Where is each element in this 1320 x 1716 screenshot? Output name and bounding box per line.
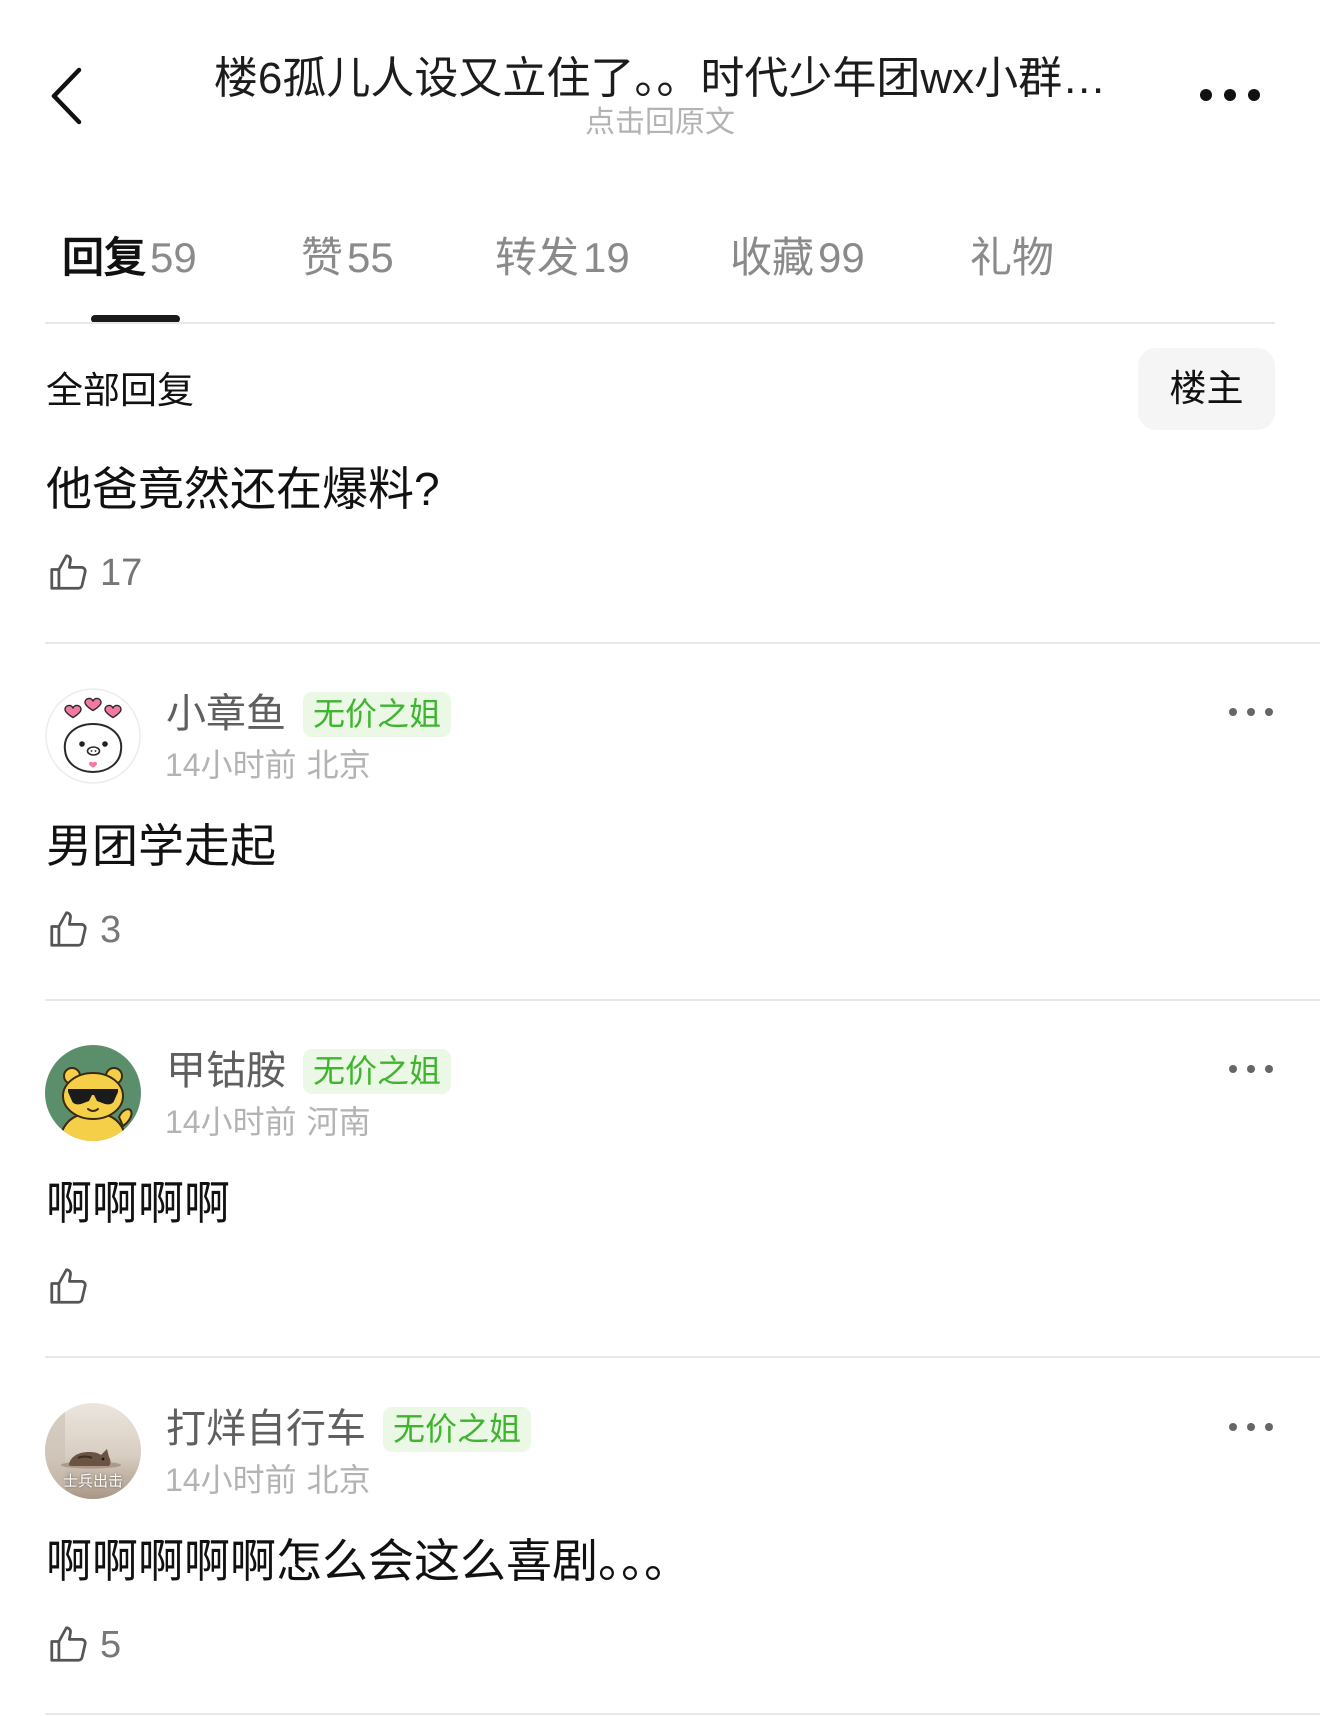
tab-count: 55: [347, 234, 394, 281]
user-badge: 无价之姐: [383, 1406, 532, 1452]
tab-likes[interactable]: 赞55: [301, 232, 394, 284]
comment-location: 北京: [306, 1462, 371, 1498]
tab-label: 赞: [301, 234, 344, 281]
tab-gifts[interactable]: 礼物: [970, 232, 1058, 284]
like-button[interactable]: 5: [47, 1621, 121, 1669]
more-horizontal-icon[interactable]: [1227, 1061, 1275, 1077]
more-dot: [1200, 89, 1212, 101]
reply-list-page: 楼6孤儿人设又立住了。。时代少年团wx小群… 点击回原文 回复59 赞55 转发…: [0, 0, 1320, 1716]
more-dot: [1229, 708, 1237, 716]
like-count: 3: [100, 909, 122, 951]
chevron-left-icon: [51, 67, 82, 125]
like-button[interactable]: 3: [47, 906, 121, 954]
thumbs-up-icon: [50, 554, 87, 590]
comment-time: 14小时前: [165, 1462, 297, 1498]
page-title: 楼6孤儿人设又立住了。。时代少年团wx小群…: [213, 54, 1107, 103]
more-dot: [1265, 1065, 1273, 1073]
more-horizontal-icon[interactable]: [1227, 1419, 1275, 1435]
comment-item: 小章鱼 无价之姐 14小时前 北京 男团学走起 3: [0, 688, 1320, 1000]
more-horizontal-icon[interactable]: [1196, 83, 1264, 107]
avatar-caption: 士兵出击: [62, 1473, 123, 1490]
more-dot: [1248, 89, 1260, 101]
tab-label: 回复: [62, 234, 147, 281]
more-dot: [1247, 708, 1255, 716]
divider: [45, 1356, 1320, 1358]
like-count: 5: [100, 1624, 122, 1666]
divider: [45, 642, 1320, 644]
comment-meta: 14小时前 北京: [165, 746, 371, 784]
tab-label: 转发: [495, 234, 580, 281]
like-count: 17: [100, 552, 143, 594]
tab-label: 收藏: [730, 234, 815, 281]
avatar[interactable]: [45, 1045, 141, 1141]
owner-filter-button[interactable]: 楼主: [1138, 348, 1275, 430]
comment-text: 啊啊啊啊: [46, 1177, 230, 1229]
comment-meta: 14小时前 北京: [165, 1461, 371, 1499]
tab-favorites[interactable]: 收藏99: [730, 232, 865, 284]
more-dot: [1247, 1423, 1255, 1431]
tab-count: 59: [150, 234, 197, 281]
comment-location: 河南: [306, 1104, 371, 1140]
avatar[interactable]: 士兵出击: [45, 1403, 141, 1499]
like-button[interactable]: 17: [47, 549, 142, 597]
comment-location: 北京: [306, 747, 371, 783]
comment-meta: 14小时前 河南: [165, 1103, 371, 1141]
more-dot: [1247, 1065, 1255, 1073]
divider: [45, 322, 1275, 324]
comment-time: 14小时前: [165, 1104, 297, 1140]
comment-text: 男团学走起: [46, 820, 276, 872]
avatar[interactable]: [45, 688, 141, 784]
avatar-image: [45, 1045, 141, 1141]
user-badge: 无价之姐: [303, 691, 452, 737]
avatar-image: [45, 688, 141, 784]
tab-replies[interactable]: 回复59: [62, 232, 197, 284]
name-row: 小章鱼 无价之姐: [166, 690, 452, 738]
back-button[interactable]: [40, 62, 92, 130]
comment-text: 啊啊啊啊啊怎么会这么喜剧。。。: [46, 1535, 690, 1587]
more-dot: [1229, 1065, 1237, 1073]
back-to-original-link[interactable]: 点击回原文: [460, 105, 860, 141]
thumbs-up-icon: [50, 911, 87, 947]
username[interactable]: 甲钴胺: [166, 1047, 286, 1095]
more-dot: [1265, 708, 1273, 716]
more-dot: [1229, 1423, 1237, 1431]
tab-label: 礼物: [970, 234, 1055, 281]
user-badge: 无价之姐: [303, 1048, 452, 1094]
username[interactable]: 打烊自行车: [166, 1405, 366, 1453]
thumbs-up-icon: [50, 1268, 87, 1304]
name-row: 甲钴胺 无价之姐: [166, 1047, 452, 1095]
tab-count: 19: [583, 234, 630, 281]
comment-item: 甲钴胺 无价之姐 14小时前 河南 啊啊啊啊: [0, 1045, 1320, 1357]
section-title: 全部回复: [46, 370, 194, 411]
tab-count: 99: [818, 234, 865, 281]
username[interactable]: 小章鱼: [166, 690, 286, 738]
more-dot: [1224, 89, 1236, 101]
name-row: 打烊自行车 无价之姐: [166, 1405, 532, 1453]
comment-time: 14小时前: [165, 747, 297, 783]
thumbs-up-icon: [50, 1626, 87, 1662]
divider: [45, 999, 1320, 1001]
more-horizontal-icon[interactable]: [1227, 704, 1275, 720]
reply-text: 他爸竟然还在爆料?: [46, 463, 440, 515]
tab-reposts[interactable]: 转发19: [495, 232, 630, 284]
more-dot: [1265, 1423, 1273, 1431]
like-button[interactable]: [47, 1263, 100, 1311]
divider: [45, 1713, 1320, 1715]
comment-item: 士兵出击 打烊自行车 无价之姐 14小时前 北京 啊啊啊啊啊怎么会这么喜剧。。。 …: [0, 1403, 1320, 1715]
